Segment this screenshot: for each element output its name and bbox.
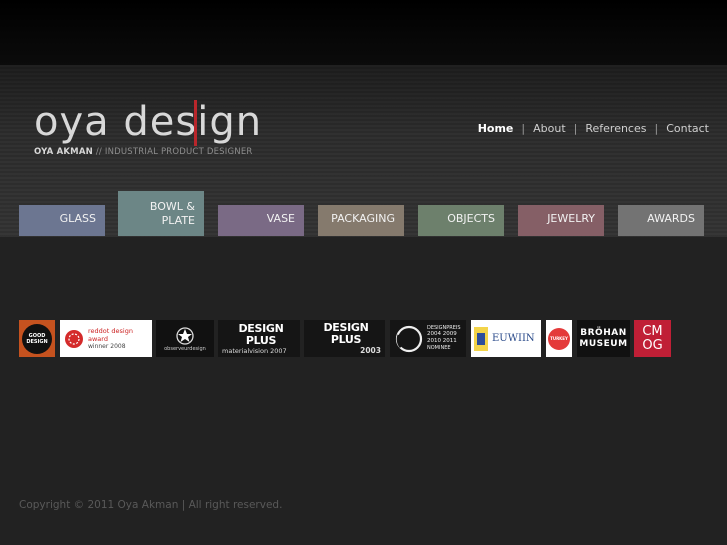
logo-subtitle-role: // INDUSTRIAL PRODUCT DESIGNER (95, 147, 253, 157)
category-tab-label: OBJECTS (447, 212, 495, 225)
award-euwiin[interactable]: EUWIIN (471, 320, 541, 357)
category-tab-label: JEWELRY (547, 212, 595, 225)
category-tab-vase[interactable]: VASE (218, 205, 304, 236)
award-turkey[interactable]: TURKEY (546, 320, 572, 357)
award-label: DESIGN PLUS (323, 320, 369, 346)
category-tab-awards[interactable]: AWARDS (618, 205, 704, 236)
award-label: observeurdesign (164, 345, 206, 352)
award-label: winner 2008 (88, 342, 126, 350)
award-label: DESIGN (26, 338, 48, 345)
category-tab-bowl-plate[interactable]: BOWL & PLATE (118, 191, 204, 236)
category-tab-objects[interactable]: OBJECTS (418, 205, 504, 236)
award-good-design[interactable]: GOOD DESIGN (19, 320, 55, 357)
award-observeur[interactable]: observeurdesign (156, 320, 214, 357)
award-label: MUSEUM (579, 338, 628, 349)
award-designpreis[interactable]: DESIGNPREIS 2004 2009 2010 2011 NOMINEE (390, 320, 466, 357)
award-label: 2003 (360, 345, 381, 355)
award-label: TURKEY (550, 336, 568, 341)
award-design-plus-2007[interactable]: DESIGN PLUS materialvision 2007 (218, 320, 300, 357)
designpreis-text: DESIGNPREIS 2004 2009 2010 2011 NOMINEE (427, 325, 461, 352)
category-tab-label: VASE (266, 212, 295, 225)
nav-separator: | (521, 122, 526, 135)
award-reddot[interactable]: reddot design award winner 2008 (60, 320, 152, 357)
nav-home-link[interactable]: Home (478, 122, 514, 135)
nav-separator: | (573, 122, 578, 135)
nav-references-link[interactable]: References (585, 122, 646, 135)
award-label: 2010 2011 (427, 338, 457, 344)
award-label: 2004 2009 (427, 331, 457, 337)
logo-subtitle-name: OYA AKMAN (34, 147, 93, 157)
category-tab-glass[interactable]: GLASS (19, 205, 105, 236)
good-design-logo-icon: GOOD DESIGN (22, 323, 52, 354)
award-label: DESIGN PLUS (238, 321, 284, 347)
award-label: BRÖHAN (580, 327, 627, 338)
award-label: OG (642, 337, 663, 353)
observeur-star-icon (176, 326, 194, 345)
category-tab-packaging[interactable]: PACKAGING (318, 205, 404, 236)
top-bar (0, 0, 727, 65)
nav-separator: | (654, 122, 659, 135)
award-label: materialvision 2007 (222, 346, 287, 355)
award-label: NOMINEE (427, 345, 451, 351)
turkey-award-icon: TURKEY (548, 327, 570, 350)
reddot-text: reddot design award winner 2008 (88, 327, 152, 351)
logo-title: oya design (34, 99, 263, 145)
award-label: EUWIIN (492, 333, 535, 344)
euwiin-logo-icon (474, 326, 488, 351)
logo-subtitle: OYA AKMAN // INDUSTRIAL PRODUCT DESIGNER (34, 147, 262, 157)
award-label: reddot design award (88, 326, 133, 343)
site-logo[interactable]: oya design OYA AKMAN // INDUSTRIAL PRODU… (34, 100, 262, 157)
category-tab-label: AWARDS (647, 212, 695, 225)
category-tab-jewelry[interactable]: JEWELRY (518, 205, 604, 236)
nav-about-link[interactable]: About (533, 122, 566, 135)
category-tab-label: BOWL & PLATE (149, 200, 195, 227)
main-nav: Home | About | References | Contact (478, 122, 709, 135)
copyright-footer: Copyright © 2011 Oya Akman | All right r… (19, 499, 283, 511)
award-brohan-museum[interactable]: BRÖHAN MUSEUM (577, 320, 630, 357)
award-design-plus-2003[interactable]: DESIGN PLUS 2003 (304, 320, 385, 357)
award-label: CM (642, 323, 663, 339)
reddot-logo-icon (65, 329, 83, 348)
category-tab-label: PACKAGING (331, 212, 395, 225)
award-cmog[interactable]: CM OG (634, 320, 671, 357)
category-tab-label: GLASS (59, 212, 96, 225)
designpreis-ring-icon (395, 325, 423, 352)
logo-accent-bar (194, 100, 197, 146)
nav-contact-link[interactable]: Contact (666, 122, 709, 135)
